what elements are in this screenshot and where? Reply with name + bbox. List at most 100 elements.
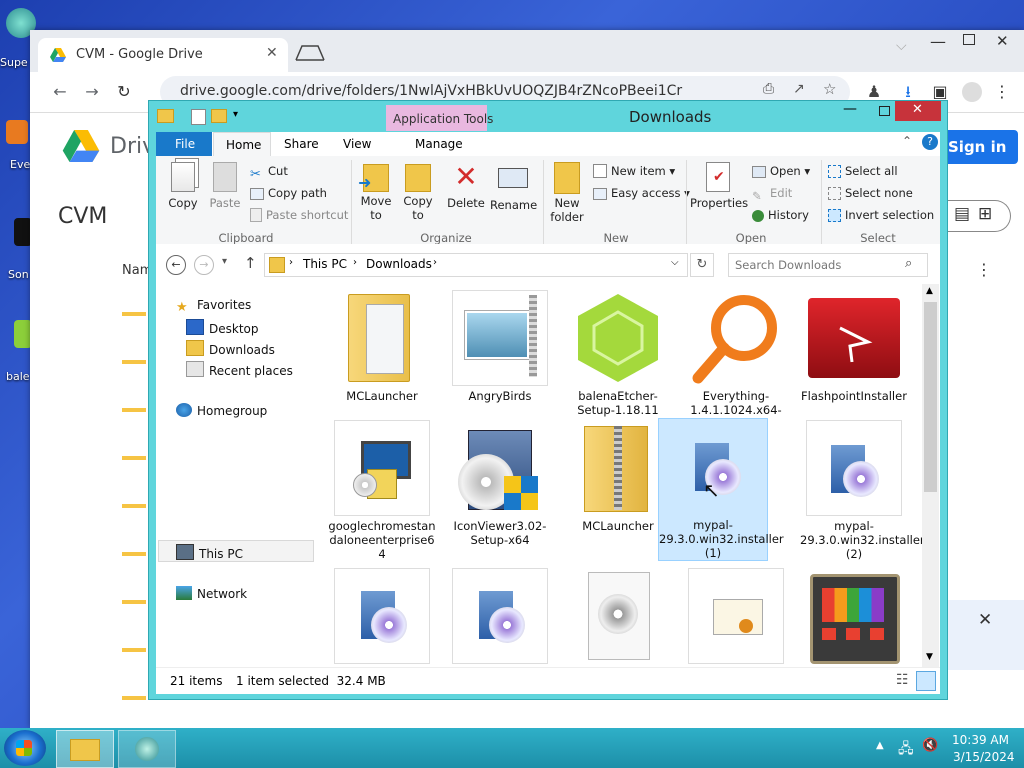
copy-to-button[interactable]: Copy to [400,160,436,222]
file-item-selected[interactable]: ↖ mypal-29.3.0.win32.installer (1) [658,418,784,561]
search-icon[interactable]: ⌕ [905,256,912,271]
search-box[interactable]: Search Downloads ⌕ [728,253,928,277]
desktop-icon-1[interactable]: Supe [0,8,36,69]
file-item[interactable] [328,568,436,667]
desktop-icon-3[interactable]: Son [0,218,34,281]
taskbar-app-button[interactable] [118,730,176,768]
minimize-icon[interactable]: — [843,101,857,117]
minimize-icon[interactable]: — [930,32,946,51]
nav-homegroup[interactable]: Homegroup [176,403,267,418]
vertical-scrollbar[interactable]: ▲ ▼ [922,284,939,667]
recent-locations-icon[interactable]: ▾ [222,256,227,267]
open-button[interactable]: Open ▾ [752,164,810,178]
scroll-down-icon[interactable]: ▼ [926,652,933,662]
file-item[interactable]: MCLauncher [328,290,436,403]
new-folder-button[interactable]: New folder [548,160,586,224]
file-item[interactable]: mypal-29.3.0.win32.installer (2) [800,420,925,561]
grid-view-icon[interactable]: ⊞ [978,204,992,224]
network-tray-icon[interactable]: 🖧 [898,738,914,762]
chevron-down-icon[interactable]: ▾ [233,109,238,120]
start-button[interactable] [4,730,46,766]
desktop-icon-2[interactable]: Eve [0,120,34,171]
file-item[interactable] [446,568,554,667]
clock-time[interactable]: 10:39 AM [952,733,1009,747]
large-icons-view-icon[interactable] [916,671,936,691]
new-tab-icon[interactable] [294,44,326,62]
history-button[interactable]: History [752,208,809,222]
delete-button[interactable]: ✕ Delete [446,160,486,211]
copy-path-button[interactable]: Copy path [250,186,327,200]
file-item[interactable]: FlashpointInstaller [800,290,908,403]
close-window-icon[interactable]: ✕ [996,32,1009,50]
scrollbar-thumb[interactable] [924,302,937,492]
breadcrumb-downloads[interactable]: Downloads [366,257,432,271]
maximize-icon[interactable] [879,106,890,116]
file-item[interactable]: Everything-1.4.1.1024.x64-Setup [682,290,790,431]
collapse-ribbon-icon[interactable]: ⌃ [902,134,912,148]
file-item[interactable] [564,568,672,667]
file-item[interactable]: AngryBirds [446,290,554,403]
back-icon[interactable]: ← [166,255,186,275]
file-item[interactable] [800,568,908,667]
move-to-button[interactable]: ➜ Move to [358,160,394,222]
easy-access-button[interactable]: Easy access ▾ [593,186,690,200]
clock-date[interactable]: 3/15/2024 [953,750,1015,764]
back-icon[interactable]: ← [48,80,72,104]
file-item[interactable]: IconViewer3.02-Setup-x64 [446,420,554,547]
close-button[interactable]: ✕ [895,101,941,121]
maximize-icon[interactable] [963,34,975,45]
tab-file[interactable]: File [156,132,212,156]
select-none-button[interactable]: Select none [828,186,913,200]
show-hidden-icons-icon[interactable]: ▲ [876,740,884,751]
column-more-icon[interactable]: ⋮ [976,260,992,279]
address-dropdown-icon[interactable]: ⌵ [671,257,679,268]
close-notification-icon[interactable]: ✕ [978,610,992,630]
file-item[interactable]: balenaEtcher-Setup-1.18.11 [564,290,672,417]
install-icon[interactable]: ⎙ [763,81,774,97]
more-menu-icon[interactable]: ⋮ [990,80,1014,104]
new-folder-small-icon[interactable] [211,109,227,123]
nav-favorites[interactable]: ★ Favorites [176,298,251,315]
tab-home[interactable]: Home [213,132,271,157]
profile-avatar[interactable] [962,82,982,102]
properties-small-icon[interactable] [191,109,206,125]
nav-desktop[interactable]: Desktop [186,319,259,336]
breadcrumb-this-pc[interactable]: This PC [303,257,347,271]
tab-share[interactable]: Share [284,137,319,151]
paste-button[interactable]: Paste [206,160,244,210]
desktop-icon-4[interactable]: bale [0,320,34,383]
nav-recent-places[interactable]: Recent places [186,361,293,378]
select-all-button[interactable]: Select all [828,164,898,178]
tab-view[interactable]: View [343,137,371,151]
file-item[interactable]: googlechromestandaloneenterprise64 [328,420,436,561]
rename-button[interactable]: Rename [490,160,537,212]
tab-manage[interactable]: Manage [415,137,463,151]
paste-shortcut-button[interactable]: Paste shortcut [250,208,348,222]
chevron-down-icon[interactable]: ⌵ [896,38,907,54]
edit-button[interactable]: ✎ Edit [752,186,792,203]
bookmark-star-icon[interactable]: ☆ [823,80,836,98]
reload-icon[interactable]: ↻ [112,80,136,104]
properties-button[interactable]: ✔ Properties [690,160,748,210]
help-icon[interactable]: ? [922,134,938,150]
nav-this-pc[interactable]: This PC [176,544,243,561]
file-item[interactable] [682,568,790,667]
scroll-up-icon[interactable]: ▲ [926,286,933,296]
list-view-icon[interactable]: ▤ [954,204,970,224]
close-tab-icon[interactable]: ✕ [266,45,278,61]
cut-button[interactable]: ✂ Cut [250,164,288,182]
details-view-icon[interactable]: ☷ [896,672,909,688]
forward-icon[interactable]: → [80,80,104,104]
nav-downloads[interactable]: Downloads [186,340,275,357]
chrome-tab[interactable]: CVM - Google Drive ✕ [38,38,288,72]
volume-muted-icon[interactable]: 🔇 [922,738,938,753]
nav-network[interactable]: Network [176,586,247,601]
up-icon[interactable]: ↑ [244,254,257,272]
copy-button[interactable]: Copy [164,160,202,210]
address-box[interactable]: › This PC › Downloads › ⌵ [264,253,688,277]
taskbar-explorer-button[interactable] [56,730,114,768]
file-item[interactable]: MCLauncher [564,420,672,533]
invert-selection-button[interactable]: Invert selection [828,208,934,222]
refresh-icon[interactable]: ↻ [690,253,714,277]
share-icon[interactable]: ↗ [793,81,805,97]
